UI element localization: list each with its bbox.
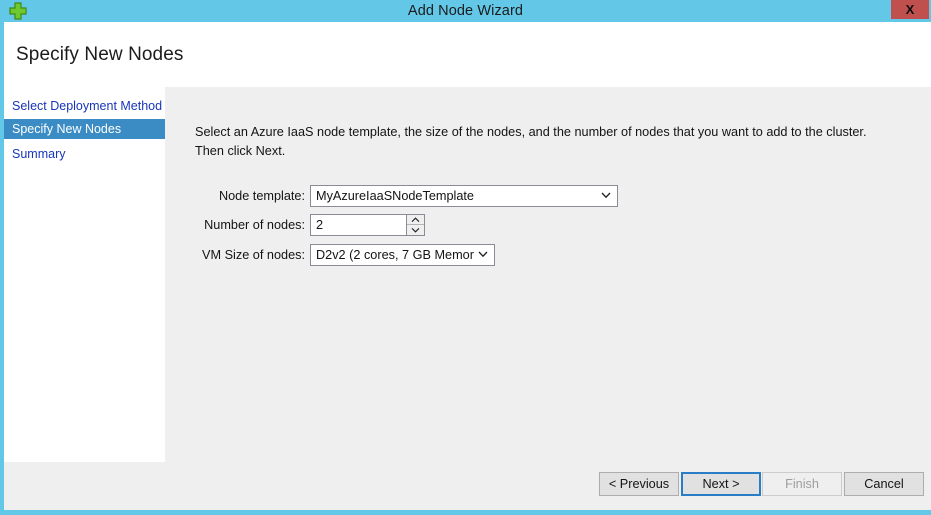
cancel-button[interactable]: Cancel (844, 472, 924, 496)
stepper-buttons (406, 215, 424, 235)
wizard-steps-sidebar: Select Deployment Method Specify New Nod… (4, 86, 165, 462)
vm-size-row: VM Size of nodes: D2v2 (2 cores, 7 GB Me… (165, 244, 931, 268)
stepper-up-icon[interactable] (407, 215, 424, 225)
number-of-nodes-stepper[interactable]: 2 (310, 214, 425, 236)
node-template-select[interactable]: MyAzureIaaSNodeTemplate (310, 185, 618, 207)
vm-size-value: D2v2 (2 cores, 7 GB Memory) (316, 248, 474, 262)
sidebar-item-label: Summary (12, 147, 66, 161)
title-bar: Add Node Wizard X (0, 0, 931, 22)
vm-size-label: VM Size of nodes: (202, 248, 305, 262)
next-button[interactable]: Next > (681, 472, 761, 496)
number-of-nodes-row: Number of nodes: 2 (165, 214, 931, 238)
vm-size-select[interactable]: D2v2 (2 cores, 7 GB Memory) (310, 244, 495, 266)
node-template-label: Node template: (218, 189, 305, 203)
sidebar-item-select-deployment-method[interactable]: Select Deployment Method (4, 96, 165, 116)
finish-button: Finish (762, 472, 842, 496)
number-of-nodes-label: Number of nodes: (204, 218, 305, 232)
sidebar-item-specify-new-nodes[interactable]: Specify New Nodes (4, 119, 165, 139)
node-template-value: MyAzureIaaSNodeTemplate (316, 189, 474, 203)
add-node-wizard-window: Add Node Wizard X Specify New Nodes Sele… (0, 0, 931, 515)
instruction-text: Select an Azure IaaS node template, the … (195, 125, 867, 158)
sidebar-item-summary[interactable]: Summary (4, 144, 165, 164)
content-panel: Select an Azure IaaS node template, the … (165, 87, 931, 462)
stepper-down-icon[interactable] (407, 225, 424, 235)
chevron-down-icon (599, 186, 613, 206)
chevron-down-icon (476, 245, 490, 265)
sidebar-item-label: Specify New Nodes (12, 122, 122, 136)
number-of-nodes-input[interactable]: 2 (316, 215, 323, 235)
node-template-row: Node template: MyAzureIaaSNodeTemplate (165, 185, 931, 209)
window-title: Add Node Wizard (407, 3, 524, 19)
close-icon[interactable]: X (891, 0, 929, 19)
header-band: Specify New Nodes (4, 22, 931, 86)
wizard-footer: < Previous Next > Finish Cancel (4, 462, 931, 510)
previous-button[interactable]: < Previous (599, 472, 679, 496)
page-title: Specify New Nodes (16, 44, 184, 65)
sidebar-item-label: Select Deployment Method (12, 99, 163, 113)
